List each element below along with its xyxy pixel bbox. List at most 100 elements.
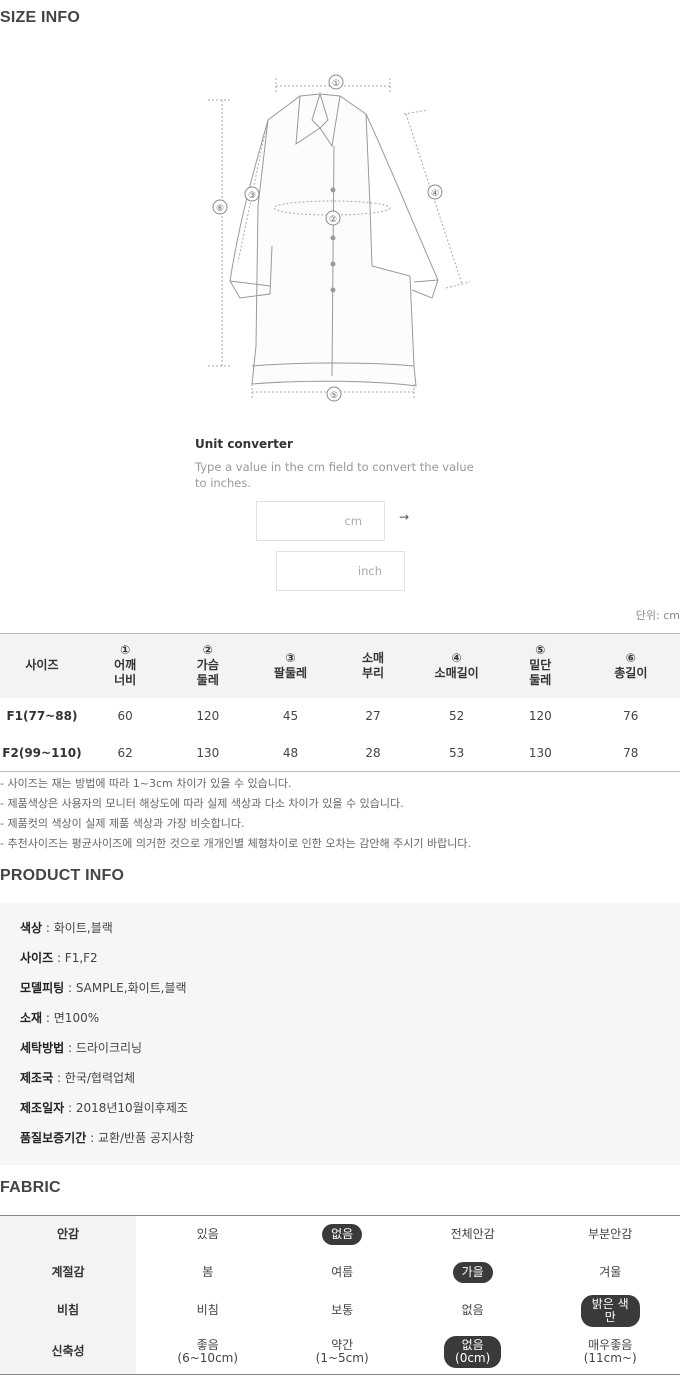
size-header-4: 소매 부리 (331, 633, 415, 698)
product-info-row: 사이즈 : F1,F2 (20, 948, 680, 978)
unit-note: 단위: cm (635, 609, 680, 622)
note-line: - 제품색상은 사용자의 모니터 해상도에 따라 실제 색상과 다소 차이가 있… (0, 797, 404, 810)
size-header-7: ⑥ 총길이 (581, 633, 680, 698)
size-header-label: 둘레 (529, 673, 552, 688)
size-header-number: ⑥ (625, 650, 636, 665)
garment-diagram: ① ② ③ ④ ⑤ ⑥ (208, 74, 471, 402)
size-header-2: ② 가슴 둘레 (166, 633, 250, 698)
fabric-option-text: 봄 (202, 1265, 214, 1279)
fabric-option-cell: 없음 (405, 1292, 541, 1330)
fabric-option-cell: 여름 (279, 1254, 404, 1292)
fabric-option-cell: 약간 (1~5cm) (279, 1330, 404, 1375)
product-info-key: 사이즈 (20, 951, 54, 965)
fabric-option: 있음 (197, 1227, 219, 1241)
fabric-option-text: (1~5cm) (315, 1350, 369, 1365)
fabric-label: 신축성 (0, 1329, 136, 1375)
fabric-option: 비침 (197, 1303, 219, 1317)
size-header-label: 사이즈 (25, 658, 59, 673)
marker-6: ⑥ (216, 204, 224, 214)
fabric-option: 약간 (1~5cm) (316, 1338, 369, 1365)
product-info-key: 세탁방법 (20, 1041, 65, 1055)
inch-input[interactable] (276, 551, 405, 591)
fabric-option-text: (0cm) (455, 1350, 491, 1365)
fabric-option-text: 전체안감 (450, 1227, 495, 1242)
fabric-option: 없음 (462, 1303, 484, 1317)
fabric-title: FABRIC (0, 1179, 61, 1196)
product-info-value: : 화이트,블랙 (42, 921, 113, 935)
fabric-option-cell: 가을 (405, 1254, 541, 1292)
product-info-key: 제조일자 (20, 1101, 65, 1115)
size-value-cell: 53 (448, 745, 465, 760)
fabric-option: 여름 (331, 1265, 353, 1279)
size-header-label: 둘레 (196, 673, 219, 688)
fabric-label: 비침 (0, 1291, 136, 1330)
size-value-cell: 62 (117, 745, 133, 760)
size-header-number: ① (120, 643, 131, 658)
fabric-table: 안감 있음 없음 전체안감 부분안감 계절감 봄 여름 가을 겨울 비침 비침 보통 없음 밝은 색 만 신축성… (0, 1215, 680, 1375)
product-info-row: 소재 : 면100% (20, 1008, 680, 1038)
convert-arrow-icon: → (399, 510, 410, 524)
size-value-cell: 45 (282, 709, 299, 723)
fabric-option-text: 보통 (331, 1303, 354, 1317)
fabric-row: 안감 있음 없음 전체안감 부분안감 (0, 1215, 680, 1254)
product-info-value: : F1,F2 (53, 951, 98, 965)
fabric-option: 보통 (331, 1303, 353, 1317)
fabric-option-selected: 없음 (322, 1224, 363, 1246)
product-info-key: 모델피팅 (20, 981, 65, 995)
fabric-option-text: 비침 (196, 1303, 219, 1317)
product-info-row: 제조국 : 한국/협력업체 (20, 1068, 680, 1098)
fabric-option-cell: 매우좋음 (11cm~) (540, 1330, 680, 1375)
fabric-option-text: 없음 (461, 1337, 484, 1352)
fabric-row: 계절감 봄 여름 가을 겨울 (0, 1253, 680, 1292)
product-info-row: 모델피팅 : SAMPLE,화이트,블랙 (20, 978, 680, 1008)
size-value-cell: 28 (365, 745, 381, 760)
marker-2: ② (329, 215, 337, 225)
fabric-option-cell: 비침 (136, 1292, 279, 1330)
size-value-cell: 120 (196, 709, 220, 723)
fabric-option-text: 없음 (331, 1227, 354, 1242)
size-header-label: 가슴 (196, 658, 219, 673)
size-header-label: 너비 (114, 673, 137, 688)
marker-3: ③ (248, 191, 256, 201)
product-info-key: 품질보증기간 (20, 1131, 87, 1145)
fabric-option-cell: 없음 (279, 1216, 404, 1254)
fabric-option-text: (6~10cm) (177, 1350, 239, 1365)
product-info-panel: 색상 : 화이트,블랙 사이즈 : F1,F2 모델피팅 : SAMPLE,화이트,… (0, 903, 680, 1165)
fabric-option-text: 없음 (461, 1303, 484, 1317)
size-name-cell: F2(99~110) (2, 745, 82, 760)
fabric-option: 전체안감 (451, 1227, 495, 1241)
unit-converter-description: Type a value in the cm field to convert … (195, 460, 474, 490)
product-info-value: : 한국/협력업체 (53, 1071, 136, 1085)
size-table: 사이즈 ① 어깨 너비 ② 가슴 둘레 ③ 팔둘레 소매 부리 ④ 소매길이 ⑤ 밑단 둘레 ⑥ 총길이 F1(7… (0, 633, 680, 772)
marker-5: ⑤ (330, 391, 338, 401)
marker-1: ① (332, 79, 340, 89)
size-value-cell: 130 (528, 745, 552, 760)
note-line: - 제품컷의 색상이 실제 제품 색상과 가장 비슷합니다. (0, 817, 245, 830)
size-header-number: ④ (451, 650, 462, 665)
product-info-row: 제조일자 : 2018년10월이후제조 (20, 1098, 680, 1128)
size-header-label: 밑단 (529, 658, 552, 673)
size-header-label: 소매 (362, 650, 385, 665)
fabric-row: 비침 비침 보통 없음 밝은 색만 (0, 1291, 680, 1330)
size-header-3: ③ 팔둘레 (249, 633, 332, 698)
size-header-6: ⑤ 밑단 둘레 (498, 633, 582, 698)
fabric-option-text: 겨울 (599, 1265, 622, 1279)
fabric-option: 겨울 (599, 1265, 621, 1279)
fabric-option-cell: 부분안감 (540, 1216, 680, 1254)
fabric-label: 안감 (0, 1215, 136, 1254)
size-header-number: ② (202, 643, 213, 658)
product-info-value: : 2018년10월이후제조 (64, 1101, 188, 1115)
fabric-option-text: 여름 (331, 1265, 354, 1279)
fabric-option-text: 부분안감 (588, 1227, 633, 1242)
fabric-option-text: (11cm~) (583, 1350, 637, 1365)
product-info-value: : 드라이크리닝 (64, 1041, 143, 1055)
cm-input[interactable] (256, 501, 385, 541)
size-value-cell: 120 (528, 709, 552, 723)
product-info-title: PRODUCT INFO (0, 867, 125, 884)
size-header-label: 팔둘레 (273, 665, 308, 680)
fabric-option-cell: 전체안감 (405, 1216, 541, 1254)
table-row: F2(99~110) 62 130 48 28 53 130 78 (0, 735, 680, 772)
size-header-label: 소매길이 (434, 665, 479, 680)
fabric-option-text: 가을 (461, 1265, 484, 1279)
size-header-number: ⑤ (535, 643, 546, 658)
